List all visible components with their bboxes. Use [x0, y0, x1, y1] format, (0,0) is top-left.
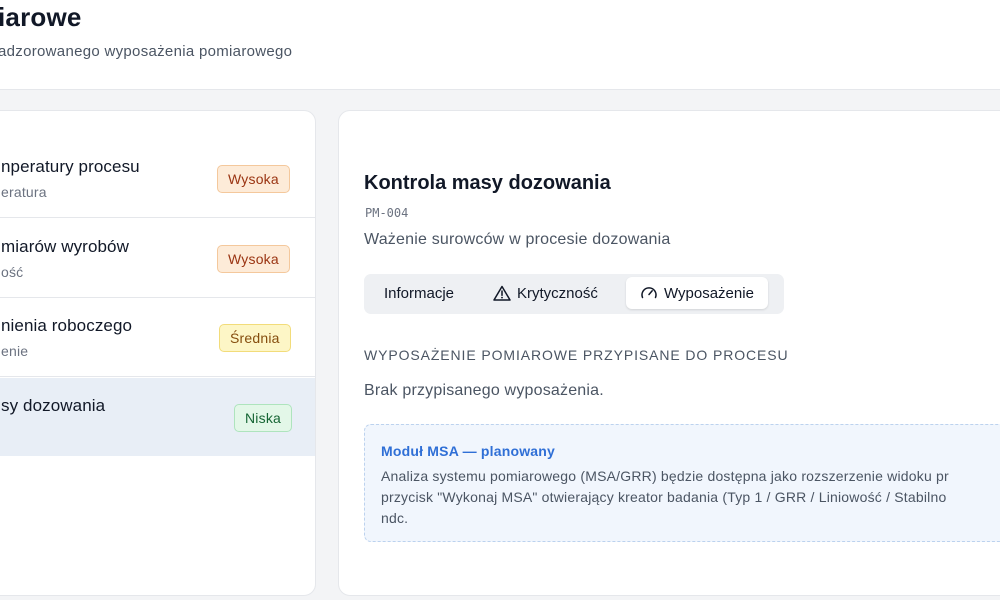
process-list: nperatury procesu eratura Wysoka miarów …: [0, 110, 316, 596]
process-subtitle: eratura: [1, 184, 47, 200]
criticality-badge: Wysoka: [217, 165, 290, 193]
process-subtitle: enie: [1, 343, 29, 359]
empty-state-text: Brak przypisanego wyposażenia.: [364, 382, 604, 399]
tab-equipment[interactable]: Wyposażenie: [626, 277, 768, 309]
criticality-badge: Niska: [234, 404, 293, 432]
page-header: iarowe adzorowanego wyposażenia pomiarow…: [0, 0, 1000, 90]
criticality-badge: Średnia: [219, 324, 291, 352]
msa-description: przycisk "Wykonaj MSA" otwierający kreat…: [381, 489, 947, 505]
process-subtitle: ość: [1, 264, 24, 280]
process-title: nienia roboczego: [1, 316, 133, 335]
gauge-icon: [641, 287, 657, 299]
warning-triangle-icon: [493, 285, 511, 301]
process-list-item-selected[interactable]: sy dozowania Niska: [0, 378, 315, 456]
section-heading: WYPOSAŻENIE POMIAROWE PRZYPISANE DO PROC…: [364, 347, 789, 363]
process-title: sy dozowania: [1, 396, 106, 415]
msa-title: Moduł MSA — planowany: [381, 443, 556, 459]
process-list-item[interactable]: nperatury procesu eratura Wysoka: [0, 139, 315, 218]
msa-description: ndc.: [381, 510, 409, 526]
msa-description: Analiza systemu pomiarowego (MSA/GRR) bę…: [381, 468, 949, 484]
tab-criticality[interactable]: Krytyczność: [479, 277, 612, 309]
page-title: iarowe: [0, 2, 82, 32]
tab-label: Krytyczność: [517, 284, 598, 302]
detail-title: Kontrola masy dozowania: [364, 172, 611, 194]
process-title: nperatury procesu: [1, 157, 140, 176]
criticality-badge: Wysoka: [217, 245, 290, 273]
tab-label: Informacje: [384, 284, 455, 302]
process-list-item[interactable]: nienia roboczego enie Średnia: [0, 298, 315, 377]
process-code: PM-004: [365, 206, 409, 220]
process-list-item[interactable]: miarów wyrobów ość Wysoka: [0, 219, 315, 298]
msa-info-box: Moduł MSA — planowany Analiza systemu po…: [364, 424, 1000, 542]
process-description: Ważenie surowców w procesie dozowania: [364, 231, 671, 248]
tab-info[interactable]: Informacje: [370, 277, 468, 309]
process-detail-panel: Kontrola masy dozowania PM-004 Ważenie s…: [338, 110, 1000, 596]
page-subtitle: adzorowanego wyposażenia pomiarowego: [0, 43, 293, 60]
detail-tabs: Informacje Krytyczność Wyposażenie: [364, 274, 784, 314]
process-title: miarów wyrobów: [1, 237, 129, 256]
tab-label: Wyposażenie: [664, 284, 754, 302]
